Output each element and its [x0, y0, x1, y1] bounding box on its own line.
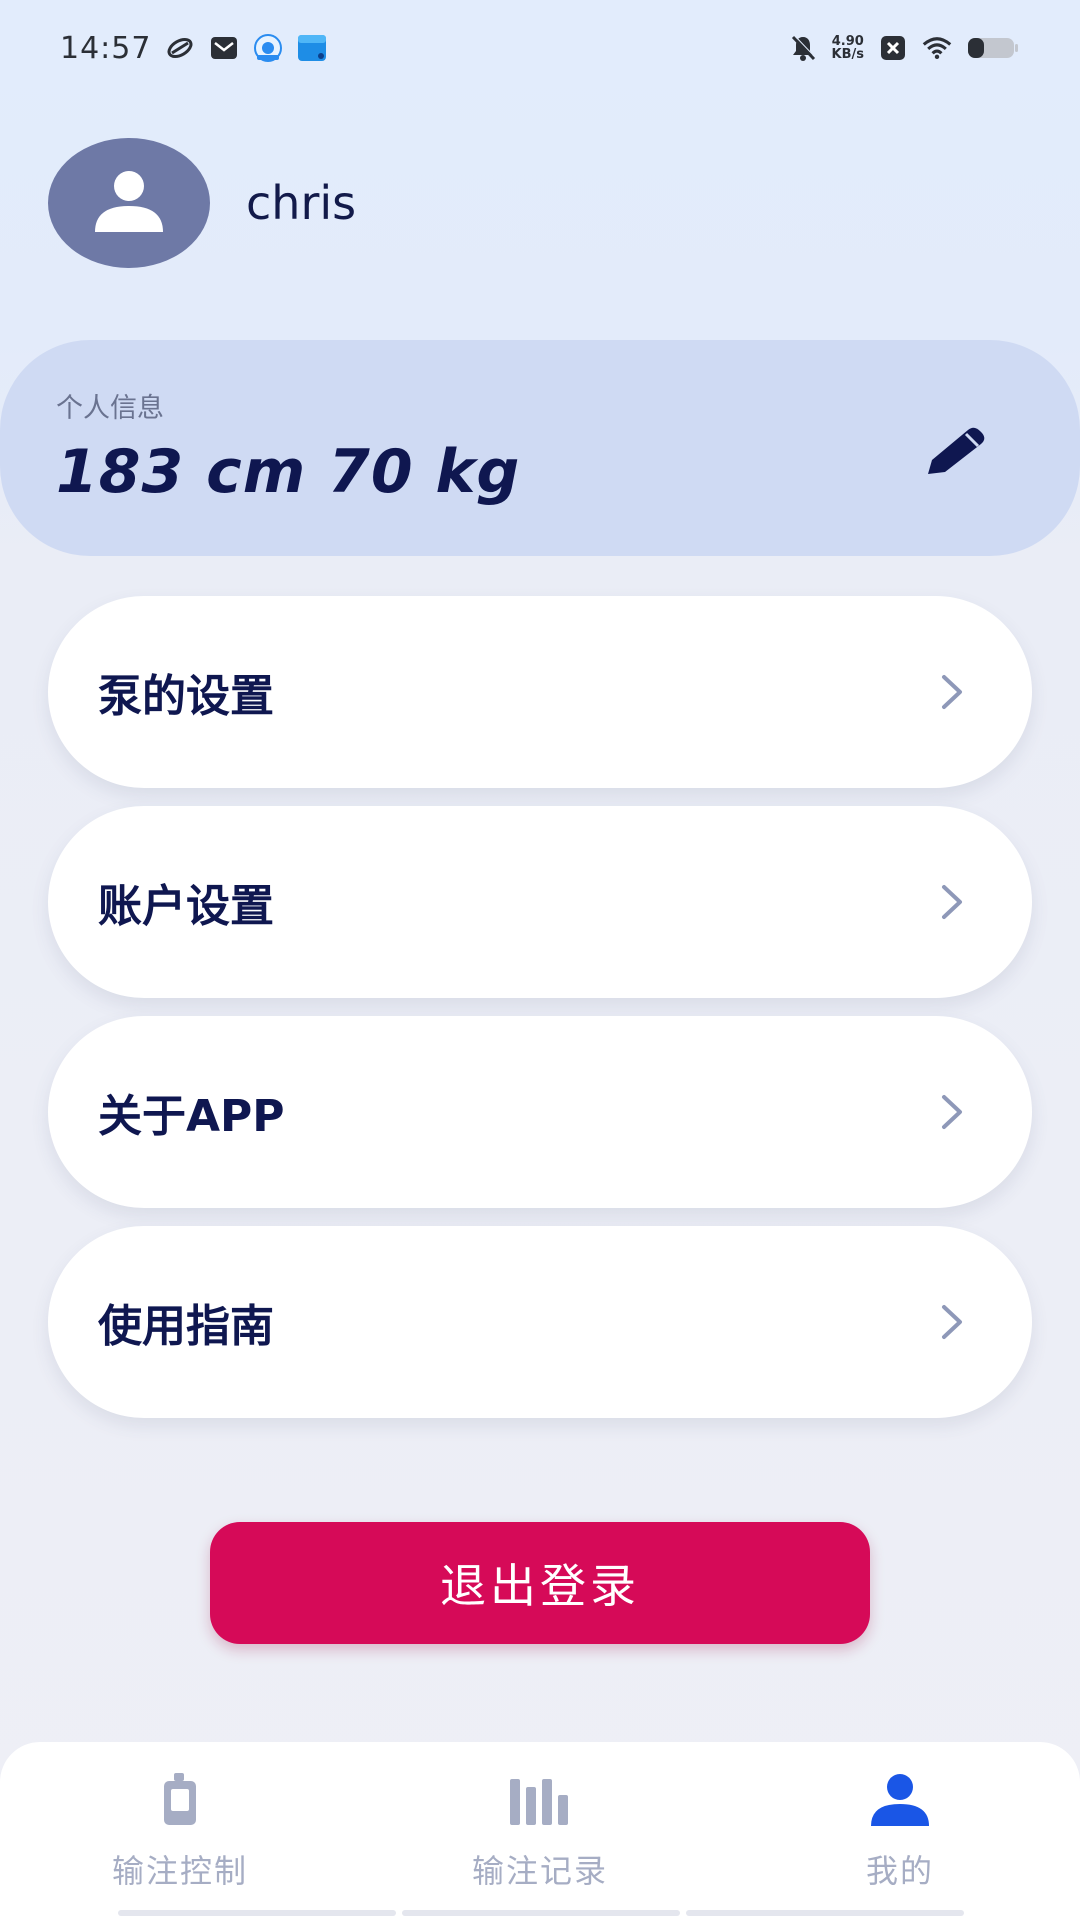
- menu-item-label: 泵的设置: [98, 671, 274, 722]
- menu-item-about-app[interactable]: 关于APP: [48, 1016, 1032, 1208]
- menu-item-label: 关于APP: [98, 1091, 285, 1142]
- bar-chart-icon: [505, 1770, 575, 1830]
- battery-icon: [966, 33, 1020, 63]
- net-speed-unit: KB/s: [831, 47, 864, 62]
- avatar[interactable]: [48, 138, 210, 268]
- chevron-right-icon: [932, 882, 972, 922]
- settings-menu: 泵的设置 账户设置 关于APP 使用指南: [48, 596, 1032, 1436]
- mail-icon: [209, 33, 239, 63]
- app-tile-icon: [297, 33, 327, 63]
- menu-item-pump-settings[interactable]: 泵的设置: [48, 596, 1032, 788]
- nav-indicators: [118, 1910, 964, 1916]
- logout-button[interactable]: 退出登录: [210, 1522, 870, 1644]
- status-left: 14:57: [60, 31, 327, 66]
- chevron-right-icon: [932, 1092, 972, 1132]
- personal-info-card: 个人信息 183 cm 70 kg: [0, 340, 1080, 556]
- user-icon: [865, 1770, 935, 1830]
- menu-item-user-guide[interactable]: 使用指南: [48, 1226, 1032, 1418]
- nav-label: 输注控制: [111, 1852, 248, 1890]
- user-icon: [91, 170, 167, 236]
- app-badge-icon: [253, 33, 283, 63]
- username: chris: [246, 176, 357, 230]
- pencil-icon: [922, 424, 988, 482]
- pump-device-icon: [145, 1770, 215, 1830]
- nav-label: 输注记录: [471, 1852, 608, 1890]
- nav-item-infusion-records[interactable]: 输注记录: [390, 1770, 690, 1892]
- nav-item-infusion-control[interactable]: 输注控制: [30, 1770, 330, 1892]
- info-label: 个人信息: [56, 393, 164, 424]
- mute-icon: [788, 33, 818, 63]
- chevron-right-icon: [932, 672, 972, 712]
- bottom-nav: 输注控制 输注记录 我的: [0, 1742, 1080, 1920]
- wifi-icon: [922, 33, 952, 63]
- link-icon: [165, 33, 195, 63]
- menu-item-label: 使用指南: [98, 1301, 274, 1352]
- info-value: 183 cm 70 kg: [56, 437, 521, 507]
- net-speed: 4.90 KB/s: [832, 35, 864, 61]
- nav-indicator: [686, 1910, 964, 1916]
- edit-info-button[interactable]: [920, 418, 990, 488]
- nav-label: 我的: [865, 1852, 934, 1890]
- nav-indicator: [402, 1910, 680, 1916]
- chevron-right-icon: [932, 1302, 972, 1342]
- menu-item-label: 账户设置: [98, 881, 274, 932]
- profile-header: chris: [48, 138, 356, 268]
- status-time: 14:57: [60, 30, 152, 66]
- nav-item-mine[interactable]: 我的: [750, 1770, 1050, 1892]
- nav-indicator: [118, 1910, 396, 1916]
- close-box-icon: [878, 33, 908, 63]
- status-bar: 14:57 4.90 KB/s: [0, 0, 1080, 96]
- status-right: 4.90 KB/s: [788, 33, 1020, 63]
- menu-item-account-settings[interactable]: 账户设置: [48, 806, 1032, 998]
